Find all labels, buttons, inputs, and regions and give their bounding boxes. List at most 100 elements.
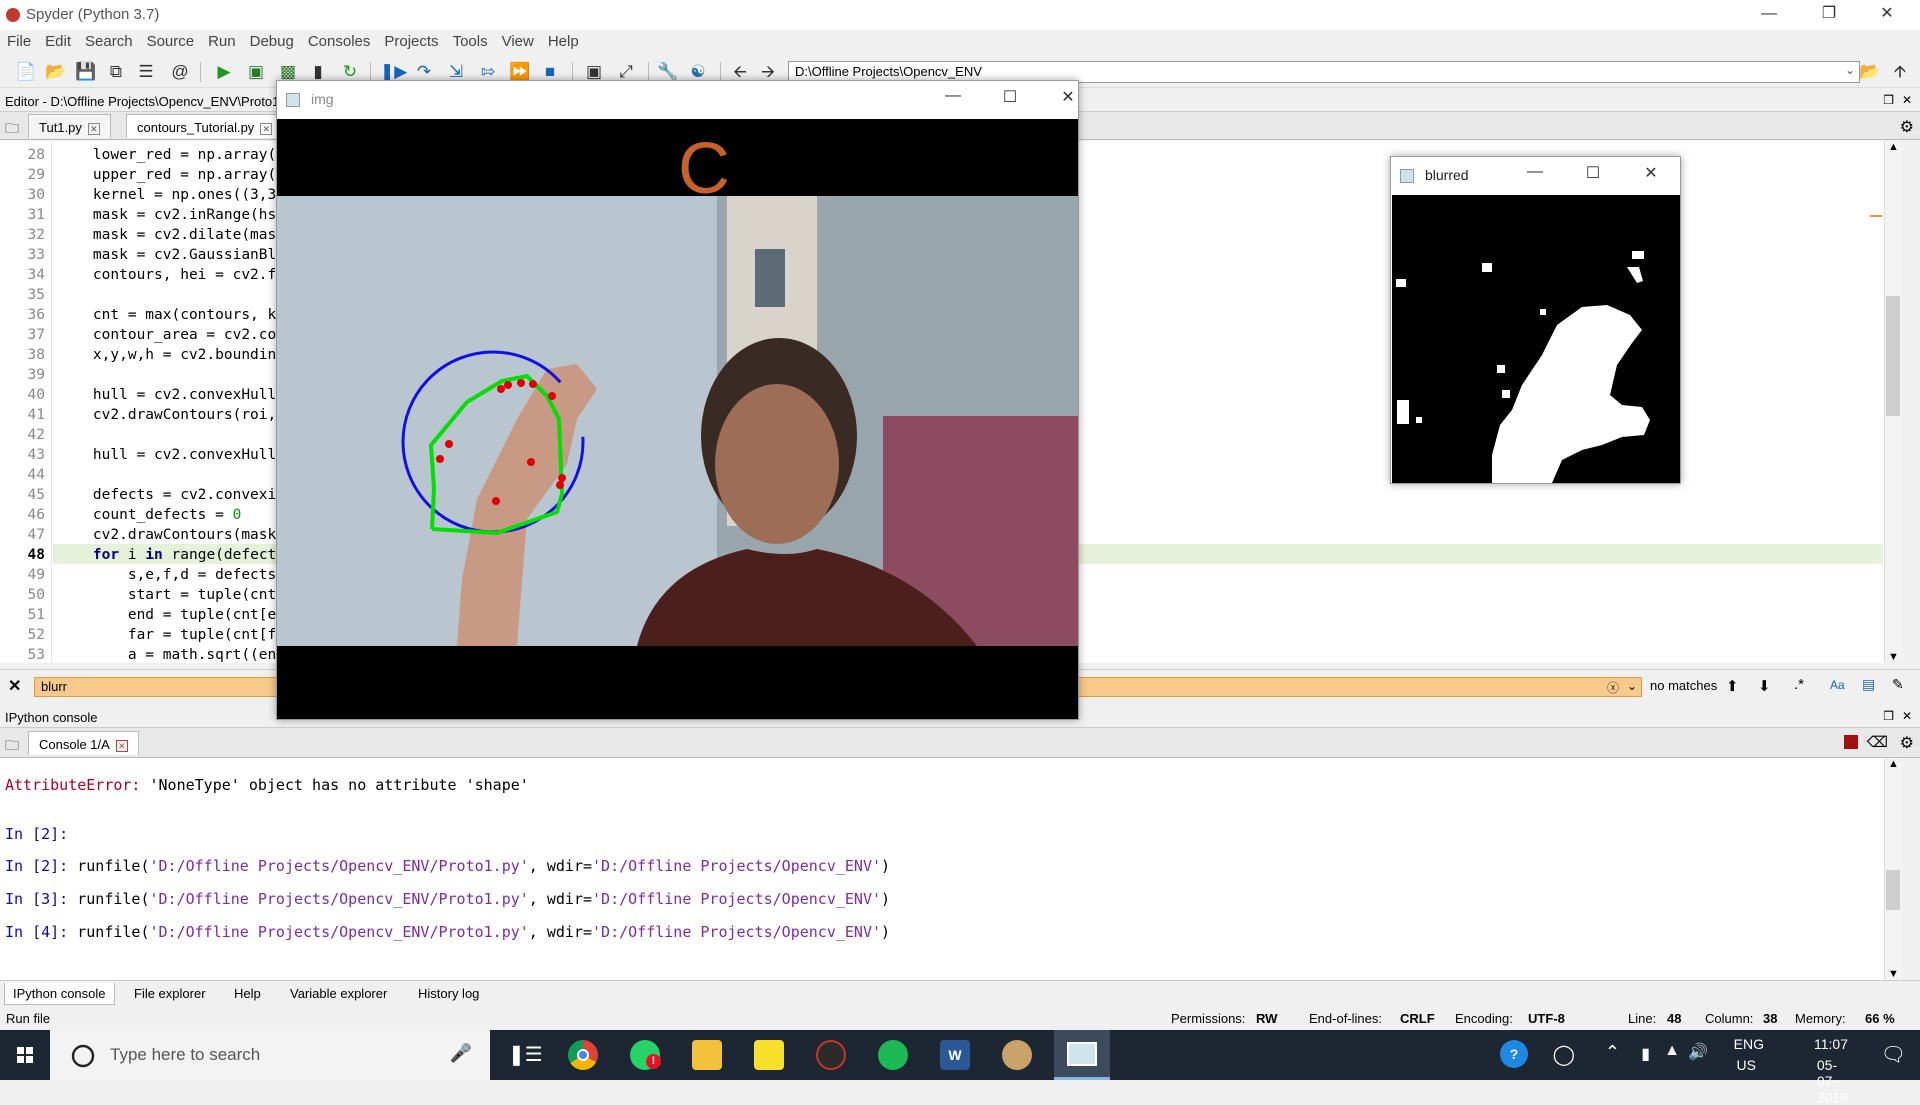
input-language[interactable]: ENG: [1734, 1036, 1764, 1052]
microphone-icon[interactable]: 🎤: [450, 1043, 472, 1064]
minimize-button[interactable]: —: [1746, 0, 1792, 30]
blurred-window-titlebar[interactable]: blurred — ☐ ✕: [1391, 157, 1680, 195]
close-find-icon[interactable]: ✕: [8, 676, 21, 696]
tab-ipython-console[interactable]: IPython console: [4, 983, 115, 1005]
maximize-button[interactable]: ☐: [1573, 163, 1613, 183]
start-button[interactable]: [0, 1030, 50, 1080]
minimize-button[interactable]: —: [933, 87, 973, 105]
tab-variable-explorer[interactable]: Variable explorer: [282, 983, 395, 1005]
ipython-console[interactable]: AttributeError: 'NoneType' object has no…: [0, 758, 1902, 980]
browse-tabs-icon[interactable]: 🗀: [5, 118, 19, 142]
regex-icon[interactable]: .*: [1794, 676, 1804, 693]
editor-scrollbar[interactable]: ▲ ▼: [1884, 141, 1902, 663]
code-line[interactable]: upper_red = np.array(: [58, 167, 276, 183]
restore-button[interactable]: ❐: [1806, 0, 1852, 30]
close-button[interactable]: ✕: [1631, 163, 1671, 183]
save-icon[interactable]: 💾: [74, 60, 98, 84]
code-line[interactable]: defects = cv2.convexi: [58, 487, 276, 503]
gear-icon[interactable]: ⚙: [1900, 733, 1914, 753]
highlight-icon[interactable]: ✎: [1892, 676, 1904, 693]
save-all-icon[interactable]: ⧉: [104, 60, 128, 84]
scroll-up-icon[interactable]: ▲: [1888, 141, 1899, 153]
clear-console-icon[interactable]: ⌫: [1867, 733, 1888, 751]
input-region[interactable]: US: [1737, 1057, 1756, 1073]
code-line[interactable]: mask = cv2.inRange(hs: [58, 207, 276, 223]
scroll-down-icon[interactable]: ▼: [1888, 968, 1899, 980]
tab-history-log[interactable]: History log: [410, 983, 487, 1005]
menu-tools[interactable]: Tools: [446, 30, 495, 50]
menu-file[interactable]: File: [0, 30, 38, 50]
case-sensitive-icon[interactable]: Aa: [1830, 678, 1845, 692]
sticky-notes-icon[interactable]: [754, 1040, 784, 1070]
at-icon[interactable]: @: [168, 60, 192, 84]
browse-folder-icon[interactable]: 📂: [1858, 60, 1882, 84]
chevron-up-icon[interactable]: ⌃: [1605, 1042, 1620, 1063]
code-line[interactable]: mask = cv2.GaussianBl: [58, 247, 276, 263]
code-line[interactable]: contours, hei = cv2.f: [58, 267, 276, 283]
menu-help[interactable]: Help: [541, 30, 586, 50]
scrollbar-thumb[interactable]: [1886, 296, 1900, 416]
code-line[interactable]: far = tuple(cnt[f: [58, 627, 276, 643]
file-explorer-icon[interactable]: [692, 1040, 722, 1070]
code-line[interactable]: kernel = np.ones((3,3: [58, 187, 276, 203]
list-icon[interactable]: ☰: [134, 60, 158, 84]
find-previous-icon[interactable]: ⬆: [1726, 677, 1739, 695]
clock-date[interactable]: 05-07-2019: [1817, 1057, 1848, 1105]
code-line[interactable]: end = tuple(cnt[e: [58, 607, 276, 623]
notifications-icon[interactable]: 🗨: [1881, 1042, 1906, 1067]
undock-icon[interactable]: ❐: [1883, 93, 1894, 107]
menu-run[interactable]: Run: [201, 30, 243, 50]
chevron-down-icon[interactable]: ⌄: [1845, 63, 1855, 77]
code-line[interactable]: contour_area = cv2.co: [58, 327, 276, 343]
code-line[interactable]: cv2.drawContours(mask: [58, 527, 276, 543]
code-line[interactable]: a = math.sqrt((en: [58, 647, 276, 663]
chevron-down-icon[interactable]: ⌄: [1627, 679, 1637, 693]
battery-icon[interactable]: ▮: [1641, 1044, 1650, 1064]
people-icon[interactable]: ◯: [1553, 1042, 1575, 1067]
code-line[interactable]: hull = cv2.convexHull: [58, 387, 276, 403]
code-line[interactable]: hull = cv2.convexHull: [58, 447, 276, 463]
clear-icon[interactable]: ⓧ: [1607, 679, 1619, 696]
parent-directory-icon[interactable]: 🡩: [1888, 60, 1912, 84]
run-cell-icon[interactable]: ▣: [244, 60, 268, 84]
whatsapp-icon[interactable]: !: [630, 1040, 661, 1070]
menu-search[interactable]: Search: [78, 30, 140, 50]
clock-time[interactable]: 11:07: [1814, 1036, 1848, 1052]
gear-icon[interactable]: ⚙: [1900, 117, 1914, 137]
menu-source[interactable]: Source: [140, 30, 202, 50]
scroll-up-icon[interactable]: ▲: [1888, 758, 1899, 770]
opencv-window-taskbar-button[interactable]: [1054, 1030, 1110, 1080]
spotify-icon[interactable]: [878, 1040, 908, 1070]
code-line[interactable]: start = tuple(cnt: [58, 587, 276, 603]
word-icon[interactable]: W: [940, 1040, 970, 1070]
scrollbar-thumb[interactable]: [1886, 870, 1900, 910]
code-line[interactable]: lower_red = np.array(: [58, 147, 276, 163]
code-line[interactable]: count_defects = 0: [58, 507, 241, 523]
task-view-icon[interactable]: ❚☰: [508, 1042, 543, 1067]
tab-help[interactable]: Help: [226, 983, 269, 1005]
menu-projects[interactable]: Projects: [377, 30, 445, 50]
code-line[interactable]: cnt = max(contours, k: [58, 307, 276, 323]
undock-icon[interactable]: ❐: [1883, 709, 1894, 723]
close-tab-icon[interactable]: ✕: [115, 739, 128, 752]
close-tab-icon[interactable]: ✕: [87, 122, 100, 135]
new-file-icon[interactable]: 📄: [14, 60, 38, 84]
close-tab-icon[interactable]: ✕: [260, 122, 273, 135]
console-scrollbar[interactable]: ▲ ▼: [1884, 758, 1902, 980]
close-pane-icon[interactable]: ✕: [1902, 709, 1912, 723]
code-line[interactable]: cv2.drawContours(roi,: [58, 407, 276, 423]
paint-icon[interactable]: [1002, 1040, 1032, 1070]
spyder-taskbar-icon[interactable]: [816, 1040, 846, 1070]
chrome-icon[interactable]: [568, 1040, 598, 1070]
maximize-button[interactable]: ☐: [990, 87, 1030, 107]
menu-consoles[interactable]: Consoles: [301, 30, 378, 50]
img-window-titlebar[interactable]: img — ☐ ✕: [277, 81, 1078, 119]
tab-console-1a[interactable]: Console 1/A ✕: [28, 731, 139, 755]
img-window[interactable]: img — ☐ ✕ C: [276, 80, 1079, 720]
whole-word-icon[interactable]: ▤: [1862, 676, 1875, 693]
wifi-icon[interactable]: ▲: [1664, 1042, 1680, 1060]
code-line[interactable]: x,y,w,h = cv2.boundin: [58, 347, 276, 363]
scroll-down-icon[interactable]: ▼: [1888, 651, 1899, 663]
run-icon[interactable]: ▶: [212, 60, 236, 84]
find-next-icon[interactable]: ⬇: [1758, 677, 1771, 695]
